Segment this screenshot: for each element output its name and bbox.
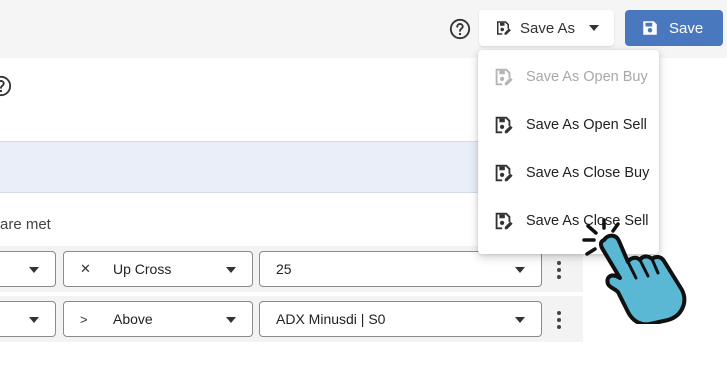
- page: Save As Save are met ✕ Up Cross 25 > Abo…: [0, 0, 727, 380]
- save-as-icon: [495, 212, 513, 230]
- save-as-icon: [497, 21, 511, 35]
- indicator-select[interactable]: [0, 251, 56, 287]
- save-as-icon: [495, 116, 513, 134]
- cross-icon: ✕: [80, 261, 91, 276]
- menu-item-label: Save As Close Buy: [526, 165, 650, 181]
- pointer-hand-icon: [582, 218, 687, 324]
- chevron-down-icon: [29, 267, 39, 273]
- save-label: Save: [669, 19, 704, 37]
- chevron-down-icon: [515, 267, 525, 273]
- operator-select[interactable]: ✕ Up Cross: [63, 251, 253, 287]
- greater-than-icon: >: [80, 311, 88, 327]
- save-as-icon: [495, 164, 513, 182]
- value-label: ADX Minusdi | S0: [276, 311, 386, 327]
- value-select[interactable]: ADX Minusdi | S0: [259, 301, 542, 337]
- help-icon[interactable]: [0, 75, 12, 97]
- menu-item-label: Save As Open Buy: [526, 69, 648, 85]
- save-as-icon: [495, 68, 513, 86]
- floppy-disk-icon: [643, 21, 657, 35]
- menu-item-save-as-open-buy[interactable]: Save As Open Buy: [478, 54, 659, 100]
- chevron-down-icon: [29, 317, 39, 323]
- save-as-label: Save As: [520, 19, 576, 37]
- value-select[interactable]: 25: [259, 251, 542, 287]
- operator-label: Above: [113, 311, 153, 327]
- chevron-down-icon: [226, 317, 236, 323]
- operator-label: Up Cross: [113, 261, 172, 277]
- conditions-text: are met: [0, 216, 51, 233]
- menu-item-label: Save As Open Sell: [526, 117, 647, 133]
- help-icon[interactable]: [449, 18, 471, 40]
- chevron-down-icon: [226, 267, 236, 273]
- chevron-down-icon: [589, 25, 600, 31]
- operator-select[interactable]: > Above: [63, 301, 253, 337]
- save-as-button[interactable]: Save As: [479, 10, 614, 46]
- chevron-down-icon: [515, 317, 525, 323]
- row-menu-icon[interactable]: [549, 260, 569, 280]
- menu-item-save-as-open-sell[interactable]: Save As Open Sell: [478, 102, 659, 148]
- save-button[interactable]: Save: [625, 10, 723, 46]
- row-menu-icon[interactable]: [549, 310, 569, 330]
- value-label: 25: [276, 261, 292, 277]
- menu-item-save-as-close-buy[interactable]: Save As Close Buy: [478, 150, 659, 196]
- indicator-select[interactable]: [0, 301, 56, 337]
